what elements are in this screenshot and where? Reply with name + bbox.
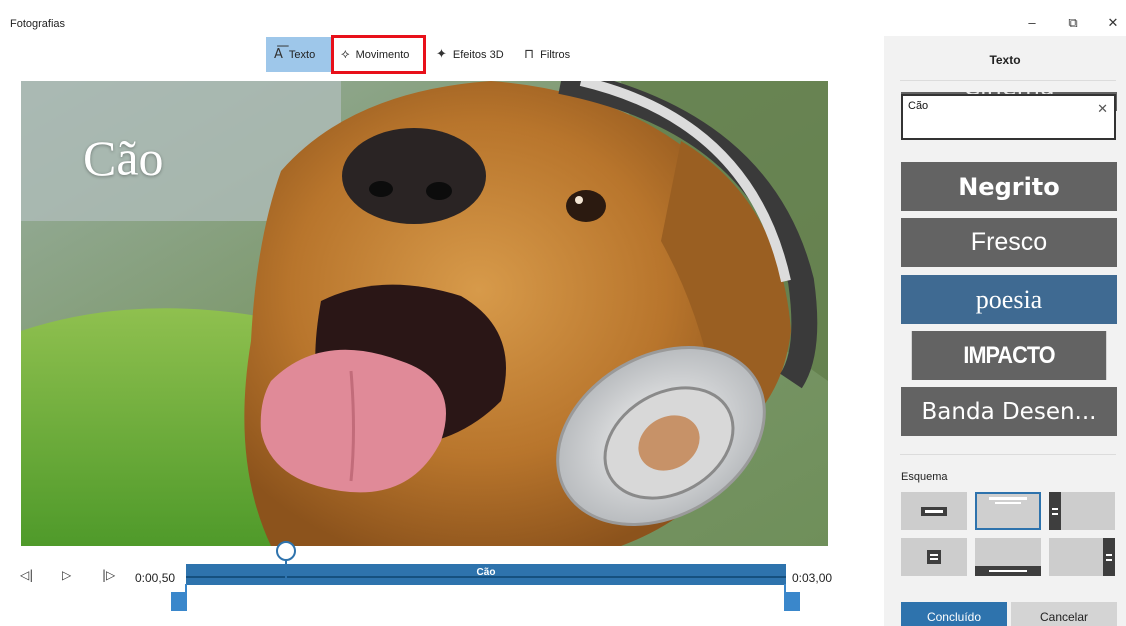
layout-bar [1049, 492, 1061, 530]
layout-top[interactable] [975, 492, 1041, 530]
layout-bar-line [1052, 508, 1058, 510]
playhead-handle[interactable] [276, 541, 296, 561]
style-item-poesia[interactable]: poesia [901, 275, 1117, 324]
tab-filtros[interactable]: ⊓ Filtros [516, 37, 586, 72]
tab-efeitos-3d-label: Efeitos 3D [452, 48, 504, 61]
trim-end-handle[interactable] [784, 592, 800, 611]
filter-icon: ⊓ [524, 47, 535, 62]
tab-movimento-label: Movimento [355, 48, 410, 61]
tab-texto-label: Texto [288, 48, 316, 61]
layout-left[interactable] [1049, 492, 1115, 530]
layout-bottom[interactable] [975, 538, 1041, 576]
style-item-impacto[interactable]: IMPACTO [911, 331, 1107, 380]
title-bar: Fotografias – ⧉ ✕ [0, 0, 1126, 36]
panel-divider [900, 80, 1116, 81]
timeline: ◁| ▷ |▷ 0:00,50 Cão 0:03,00 [0, 540, 870, 611]
text-input-field[interactable]: Cão ✕ [901, 94, 1116, 140]
panel-title: Texto [989, 53, 1021, 67]
tab-texto[interactable]: A͞ Texto [266, 37, 331, 72]
tab-filtros-label: Filtros [540, 48, 571, 61]
motion-icon: ⟡ [341, 47, 350, 62]
style-label: IMPACTO [963, 341, 1055, 369]
layout-right[interactable] [1049, 538, 1115, 576]
style-label: Fresco [970, 228, 1048, 256]
tab-efeitos-3d[interactable]: ✦ Efeitos 3D [428, 37, 512, 72]
layout-label: Esquema [901, 471, 948, 483]
layout-bar-line [930, 554, 938, 556]
restore-icon[interactable]: ⧉ [1058, 12, 1088, 34]
layout-bar-line [1106, 559, 1112, 561]
cancel-button[interactable]: Cancelar [1011, 602, 1117, 626]
close-icon[interactable]: ✕ [1098, 12, 1126, 34]
tab-movimento[interactable]: ⟡ Movimento [331, 35, 426, 74]
style-item-fresco[interactable]: Fresco [901, 218, 1117, 267]
step-forward-icon[interactable]: |▷ [102, 568, 115, 582]
video-preview[interactable]: Cão [21, 81, 828, 546]
text-icon: A͞ [274, 47, 283, 62]
photos-app-window: Fotografias – ⧉ ✕ A͞ Texto ⟡ Movimento ✦… [0, 0, 1126, 626]
effects-3d-icon: ✦ [436, 47, 447, 62]
layout-bar-line [995, 502, 1021, 504]
end-time: 0:03,00 [792, 571, 833, 585]
text-panel: Texto Cinema Negrito Fresco poesia IMPAC… [884, 36, 1126, 626]
layout-bar-line [989, 497, 1027, 500]
layout-bar [1103, 538, 1115, 576]
layout-center[interactable] [901, 538, 967, 576]
style-item-negrito[interactable]: Negrito [901, 162, 1117, 211]
minimize-icon[interactable]: – [1017, 12, 1047, 34]
clip-track[interactable]: Cão [186, 564, 786, 585]
step-back-icon[interactable]: ◁| [20, 568, 33, 582]
overlay-title-text[interactable]: Cão [83, 129, 164, 187]
clip-label: Cão [476, 567, 496, 578]
text-input-value: Cão [908, 100, 929, 112]
layout-bar-line [1106, 554, 1112, 556]
playhead-line [285, 558, 287, 580]
style-label: Negrito [958, 172, 1060, 201]
trim-start-handle[interactable] [171, 592, 187, 611]
layout-bar-line [1052, 513, 1058, 515]
clear-icon[interactable]: ✕ [1097, 102, 1108, 117]
style-item-banda-desenhada[interactable]: Banda Desen... [901, 387, 1117, 436]
panel-divider [900, 454, 1116, 455]
text-style-list[interactable]: Cinema Negrito Fresco poesia IMPACTO Ban… [901, 92, 1117, 437]
layout-bar-line [989, 570, 1027, 572]
layout-bar-line [930, 558, 938, 560]
style-label: poesia [975, 284, 1043, 314]
app-title: Fotografias [10, 18, 66, 30]
play-icon[interactable]: ▷ [62, 568, 71, 582]
layout-bar [927, 550, 941, 564]
layout-top-left[interactable] [901, 492, 967, 530]
style-label: Banda Desen... [921, 398, 1097, 425]
layout-bar-line [925, 510, 943, 513]
start-time: 0:00,50 [135, 571, 176, 585]
done-button[interactable]: Concluído [901, 602, 1007, 626]
